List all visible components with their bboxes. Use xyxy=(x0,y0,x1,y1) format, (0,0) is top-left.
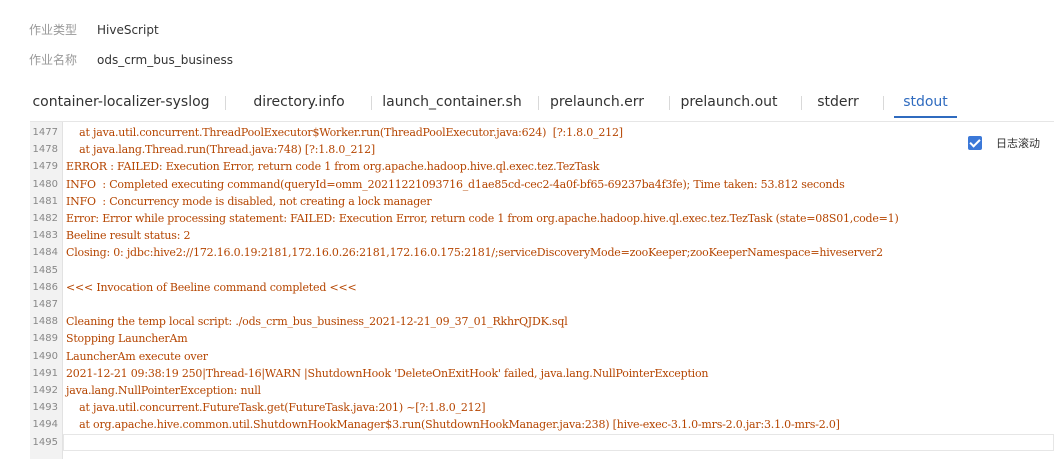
line-number: 1489 xyxy=(32,333,58,345)
tab-stdout[interactable]: stdout xyxy=(894,88,957,118)
line-text: at java.lang.Thread.run(Thread.java:748)… xyxy=(66,143,375,157)
log-line: 1495 xyxy=(30,433,1054,451)
line-text: Beeline result status: 2 xyxy=(66,229,191,243)
tab-prelaunch-err[interactable]: prelaunch.err xyxy=(547,88,647,118)
auto-scroll-toggle[interactable]: 日志滚动 xyxy=(968,135,1040,151)
tab-launch-container-sh[interactable]: launch_container.sh xyxy=(373,88,531,118)
line-text: Closing: 0: jdbc:hive2://172.16.0.19:218… xyxy=(66,246,883,260)
line-number: 1482 xyxy=(32,213,58,224)
log-line: 1492 java.lang.NullPointerException: null xyxy=(30,382,1054,399)
line-text: INFO : Completed executing command(query… xyxy=(66,177,845,191)
job-type-label: 作业类型 xyxy=(29,23,78,37)
tab-directory-info[interactable]: directory.info xyxy=(237,88,361,118)
job-name-row: 作业名称 ods_crm_bus_business xyxy=(29,52,233,68)
log-line: 1478 at java.lang.Thread.run(Thread.java… xyxy=(30,141,1054,158)
log-line: 1482 Error: Error while processing statem… xyxy=(30,210,1054,227)
log-file-tabs: container-localizer-syslog directory.inf… xyxy=(27,88,1047,118)
line-number: 1491 xyxy=(32,367,58,379)
tab-divider xyxy=(883,96,884,110)
log-line: 1493 at java.util.concurrent.FutureTask.… xyxy=(30,399,1054,416)
log-line: 1488 Cleaning the temp local script: ./od… xyxy=(30,313,1054,330)
tab-divider xyxy=(371,96,372,110)
line-number: 1490 xyxy=(32,350,58,362)
tab-prelaunch-out[interactable]: prelaunch.out xyxy=(679,88,779,118)
tab-container-localizer-syslog[interactable]: container-localizer-syslog xyxy=(27,88,215,118)
line-text: ERROR : FAILED: Execution Error, return … xyxy=(66,160,600,174)
auto-scroll-checkbox[interactable] xyxy=(968,136,982,150)
line-text: java.lang.NullPointerException: null xyxy=(66,384,261,397)
line-text: 2021-12-21 09:38:19 250|Thread-16|WARN |… xyxy=(66,366,709,380)
line-number: 1486 xyxy=(32,281,58,293)
tab-divider xyxy=(225,96,226,110)
log-line: 1487 xyxy=(30,296,1054,313)
line-number: 1481 xyxy=(32,195,58,207)
current-line-highlight xyxy=(63,433,1054,451)
line-text: <<< Invocation of Beeline command comple… xyxy=(66,280,357,294)
log-line: 1486 <<< Invocation of Beeline command co… xyxy=(30,279,1054,296)
log-line: 1485 xyxy=(30,262,1054,279)
line-number: 1488 xyxy=(32,316,58,328)
line-number: 1494 xyxy=(32,419,58,431)
auto-scroll-label: 日志滚动 xyxy=(996,137,1040,150)
tab-divider xyxy=(538,96,539,110)
line-text: INFO : Concurrency mode is disabled, not… xyxy=(66,194,432,208)
line-number: 1483 xyxy=(32,230,58,242)
line-text: at java.util.concurrent.ThreadPoolExecut… xyxy=(66,126,623,139)
log-line: 1483 Beeline result status: 2 xyxy=(30,227,1054,244)
line-number: 1495 xyxy=(32,436,58,448)
line-number: 1484 xyxy=(32,247,58,259)
log-line: 1480 INFO : Completed executing command(q… xyxy=(30,176,1054,193)
line-text: at org.apache.hive.common.util.ShutdownH… xyxy=(66,418,840,432)
line-text: Stopping LauncherAm xyxy=(66,332,188,346)
job-name-label: 作业名称 xyxy=(29,53,78,67)
tab-divider xyxy=(669,96,670,110)
log-line: 1489 Stopping LauncherAm xyxy=(30,330,1054,347)
log-line: 1481 INFO : Concurrency mode is disabled,… xyxy=(30,193,1054,210)
tab-divider xyxy=(801,96,802,110)
log-line: 1484 Closing: 0: jdbc:hive2://172.16.0.19… xyxy=(30,244,1054,261)
log-line: 1477 at java.util.concurrent.ThreadPoolE… xyxy=(30,124,1054,141)
log-viewer[interactable]: 1477 at java.util.concurrent.ThreadPoolE… xyxy=(30,121,1054,459)
line-text: Cleaning the temp local script: ./ods_cr… xyxy=(66,315,568,329)
line-text: at java.util.concurrent.FutureTask.get(F… xyxy=(66,401,486,415)
job-name-value: ods_crm_bus_business xyxy=(97,53,233,67)
line-number: 1480 xyxy=(32,178,58,190)
job-type-row: 作业类型 HiveScript xyxy=(29,22,159,38)
line-number: 1492 xyxy=(32,385,58,396)
line-text: LauncherAm execute over xyxy=(66,349,208,363)
log-line: 1491 2021-12-21 09:38:19 250|Thread-16|WA… xyxy=(30,365,1054,382)
line-number: 1487 xyxy=(32,299,58,310)
log-line: 1490 LauncherAm execute over xyxy=(30,348,1054,365)
line-number: 1479 xyxy=(32,161,58,173)
line-number: 1478 xyxy=(32,144,58,156)
log-line: 1494 at org.apache.hive.common.util.Shut… xyxy=(30,416,1054,433)
line-text: Error: Error while processing statement:… xyxy=(66,212,899,225)
line-number: 1485 xyxy=(32,264,58,276)
log-line: 1479 ERROR : FAILED: Execution Error, ret… xyxy=(30,158,1054,175)
line-number: 1493 xyxy=(32,402,58,414)
line-number: 1477 xyxy=(32,127,58,138)
job-type-value: HiveScript xyxy=(97,23,159,37)
tab-stderr[interactable]: stderr xyxy=(813,88,863,118)
